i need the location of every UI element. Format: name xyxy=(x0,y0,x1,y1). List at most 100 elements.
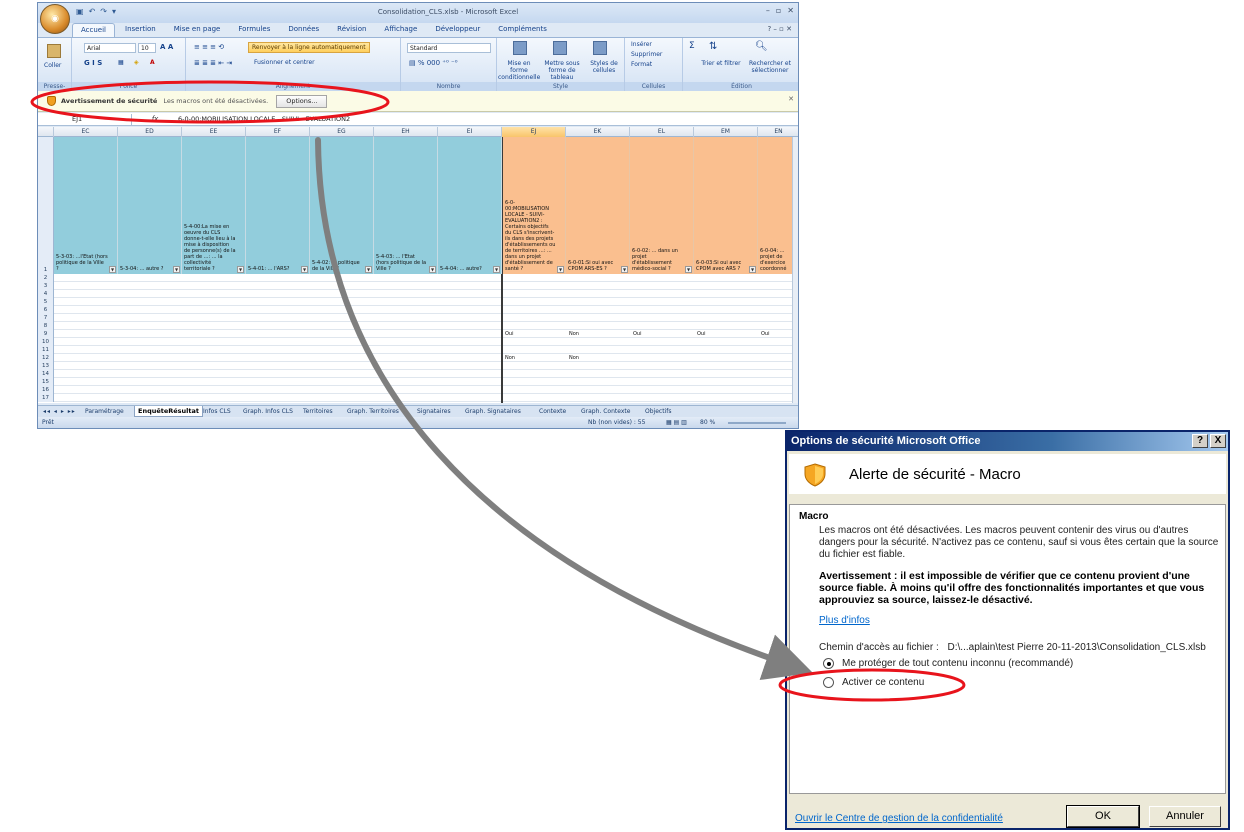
cond-format-icon[interactable] xyxy=(513,41,527,55)
ribbon-close-icon[interactable]: ✕ xyxy=(786,25,792,33)
sheet-tab-graph-contexte[interactable]: Graph. Contexte xyxy=(578,406,633,417)
cell-en9[interactable]: Oui xyxy=(760,330,771,338)
row-header-1[interactable]: 1 xyxy=(38,137,54,274)
filter-dropdown-icon[interactable]: ▼ xyxy=(109,266,116,273)
row-header-15[interactable]: 15 xyxy=(38,378,54,386)
tab-accueil[interactable]: Accueil xyxy=(72,23,115,37)
close-icon[interactable]: ✕ xyxy=(787,6,794,15)
align-top-icons[interactable]: ≡ ≡ ≡ ⟲ xyxy=(194,43,224,51)
align-left-center-right-icons[interactable]: ≣ ≣ ≣ ⇤ ⇥ xyxy=(194,59,232,67)
filter-dropdown-icon[interactable]: ▼ xyxy=(429,266,436,273)
cond-format-button[interactable]: Mise en forme conditionnelle xyxy=(498,60,540,81)
cell-ek12[interactable]: Non xyxy=(568,354,580,362)
header-cell-ek[interactable]: 6-0-01:Si oui avec CPOM ARS-ES ? ▼ xyxy=(566,137,630,274)
row-header-11[interactable]: 11 xyxy=(38,346,54,354)
font-name-select[interactable]: Arial xyxy=(84,43,136,53)
sheet-tab-graph-infos-cls[interactable]: Graph. Infos CLS xyxy=(240,406,296,417)
tab-formules[interactable]: Formules xyxy=(230,23,278,37)
filter-dropdown-icon[interactable]: ▼ xyxy=(237,266,244,273)
sheet-tab-territoires[interactable]: Territoires xyxy=(300,406,336,417)
cell-styles-button[interactable]: Styles de cellules xyxy=(585,60,623,74)
sort-filter-button[interactable]: Trier et filtrer xyxy=(701,60,741,67)
sheet-tab-parametrage[interactable]: Paramétrage xyxy=(82,406,127,417)
column-header-eh[interactable]: EH xyxy=(374,127,438,137)
header-cell-ef[interactable]: 5-4-01: ... l'ARS? ▼ xyxy=(246,137,310,274)
font-color-icon[interactable]: A xyxy=(150,59,155,66)
filter-dropdown-icon[interactable]: ▼ xyxy=(557,266,564,273)
fill-color-icon[interactable]: ◈ xyxy=(134,59,139,66)
filter-dropdown-icon[interactable]: ▼ xyxy=(173,266,180,273)
radio-protect[interactable] xyxy=(823,658,834,669)
row-header-17[interactable]: 17 xyxy=(38,394,54,402)
tab-affichage[interactable]: Affichage xyxy=(376,23,425,37)
option-enable-row[interactable]: Activer ce contenu xyxy=(823,677,924,688)
column-header-ee[interactable]: EE xyxy=(182,127,246,137)
row-header-12[interactable]: 12 xyxy=(38,354,54,362)
filter-dropdown-icon[interactable]: ▼ xyxy=(621,266,628,273)
redo-icon[interactable]: ↷ xyxy=(100,7,107,16)
row-header-5[interactable]: 5 xyxy=(38,298,54,306)
qat-chevron-down-icon[interactable]: ▾ xyxy=(112,7,116,16)
office-button[interactable]: ◉ xyxy=(40,4,70,34)
header-cell-en[interactable]: 6-0-04: ... projet de d'exercice coordon… xyxy=(758,137,792,274)
bold-italic-underline-icons[interactable]: G I S xyxy=(84,59,102,67)
vertical-scrollbar[interactable] xyxy=(792,137,798,403)
header-cell-ed[interactable]: 5-3-04: ... autre ? ▼ xyxy=(118,137,182,274)
font-size-select[interactable]: 10 xyxy=(138,43,156,53)
insert-cells-button[interactable]: Insérer xyxy=(631,41,652,48)
grid-body[interactable] xyxy=(54,274,792,403)
column-header-eg[interactable]: EG xyxy=(310,127,374,137)
filter-dropdown-icon[interactable]: ▼ xyxy=(493,266,500,273)
column-header-ei[interactable]: EI xyxy=(438,127,502,137)
sheet-tab-infos-cls[interactable]: Infos CLS xyxy=(200,406,234,417)
row-header-9[interactable]: 9 xyxy=(38,330,54,338)
spreadsheet-grid[interactable]: 5-3-03: ...l'Etat (hors politique de la … xyxy=(38,137,792,403)
column-header-ej[interactable]: EJ xyxy=(502,127,566,137)
cancel-button[interactable]: Annuler xyxy=(1149,806,1221,827)
sheet-nav-arrows-icon[interactable]: ◂◂ ◂ ▸ ▸▸ xyxy=(40,406,79,417)
cell-el9[interactable]: Oui xyxy=(632,330,643,338)
find-icon[interactable]: 🔍︎ xyxy=(755,41,768,52)
sheet-tab-graph-territoires[interactable]: Graph. Territoires xyxy=(344,406,402,417)
sheet-tab-enqueteresultat[interactable]: EnquêteRésultat xyxy=(134,406,204,417)
dialog-close-button[interactable]: X xyxy=(1210,434,1226,448)
header-cell-ec[interactable]: 5-3-03: ...l'Etat (hors politique de la … xyxy=(54,137,118,274)
cell-ej9[interactable]: Oui xyxy=(504,330,515,338)
sheet-tab-signataires[interactable]: Signataires xyxy=(414,406,454,417)
select-all-corner[interactable] xyxy=(38,127,54,137)
tab-developpeur[interactable]: Développeur xyxy=(427,23,488,37)
row-header-10[interactable]: 10 xyxy=(38,338,54,346)
wrap-text-button[interactable]: Renvoyer à la ligne automatiquement xyxy=(248,42,370,53)
dialog-help-button[interactable]: ? xyxy=(1192,434,1208,448)
tab-complements[interactable]: Compléments xyxy=(490,23,555,37)
row-header-14[interactable]: 14 xyxy=(38,370,54,378)
header-cell-em[interactable]: 6-0-03:Si oui avec CPOM avec ARS ? ▼ xyxy=(694,137,758,274)
row-header-6[interactable]: 6 xyxy=(38,306,54,314)
zoom-level[interactable]: 80 % xyxy=(700,417,715,428)
number-format-select[interactable]: Standard xyxy=(407,43,491,53)
column-header-ed[interactable]: ED xyxy=(118,127,182,137)
cell-ej12[interactable]: Non xyxy=(504,354,516,362)
grow-font-icon[interactable]: A A xyxy=(160,43,173,51)
option-protect-row[interactable]: Me protéger de tout contenu inconnu (rec… xyxy=(823,658,1073,669)
option-protect-label[interactable]: Me protéger de tout contenu inconnu (rec… xyxy=(842,658,1073,669)
row-header-4[interactable]: 4 xyxy=(38,290,54,298)
radio-enable[interactable] xyxy=(823,677,834,688)
help-icon[interactable]: ? xyxy=(767,25,771,33)
paste-icon[interactable] xyxy=(47,44,61,58)
fx-icon[interactable]: fx xyxy=(132,115,178,123)
format-table-icon[interactable] xyxy=(553,41,567,55)
save-icon[interactable]: ▣ xyxy=(76,7,84,16)
find-select-button[interactable]: Rechercher et sélectionner xyxy=(743,60,797,74)
borders-icon[interactable]: ▦ xyxy=(118,59,124,66)
security-bar-close-icon[interactable]: ✕ xyxy=(788,95,794,103)
row-header-13[interactable]: 13 xyxy=(38,362,54,370)
header-cell-ei[interactable]: 5-4-04: ... autre? ▼ xyxy=(438,137,502,274)
delete-cells-button[interactable]: Supprimer xyxy=(631,51,662,58)
sort-filter-icon[interactable]: ⇅ xyxy=(709,41,717,52)
cell-styles-icon[interactable] xyxy=(593,41,607,55)
row-header-16[interactable]: 16 xyxy=(38,386,54,394)
tab-insertion[interactable]: Insertion xyxy=(117,23,164,37)
filter-dropdown-icon[interactable]: ▼ xyxy=(685,266,692,273)
column-header-em[interactable]: EM xyxy=(694,127,758,137)
